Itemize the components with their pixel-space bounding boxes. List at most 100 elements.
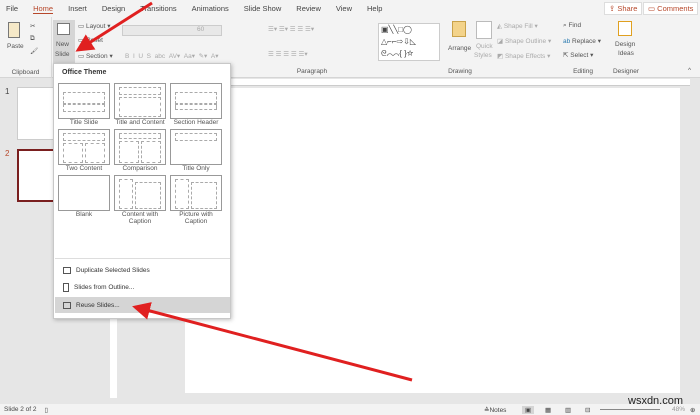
layout-thumbnail xyxy=(114,129,166,165)
duplicate-selected-slides-item[interactable]: Duplicate Selected Slides xyxy=(55,262,230,278)
layout-option[interactable]: Blank xyxy=(58,175,110,225)
slide-canvas[interactable] xyxy=(185,88,680,393)
slide-sorter-button[interactable]: ▦ xyxy=(545,406,551,414)
placeholder-box xyxy=(175,104,217,110)
cut-icon[interactable]: ✂ xyxy=(30,22,35,30)
find-label: Find xyxy=(568,22,582,29)
slides-from-outline-item[interactable]: Slides from Outline... xyxy=(55,279,230,295)
format-painter-icon[interactable]: 🖌 xyxy=(30,47,38,55)
replace-button[interactable]: ab Replace ▾ xyxy=(563,37,601,45)
placeholder-box xyxy=(175,133,217,141)
layout-label: Title and Content xyxy=(115,119,165,126)
placeholder-box xyxy=(175,92,217,104)
duplicate-icon xyxy=(63,266,71,274)
tab-file[interactable]: File xyxy=(6,4,18,13)
normal-view-button[interactable]: ▣ xyxy=(522,405,535,414)
reading-view-button[interactable]: ▥ xyxy=(565,406,571,414)
ribbon-tabs: File Home Insert Design Transitions Anim… xyxy=(0,0,700,17)
select-button[interactable]: ⇱ Select ▾ xyxy=(563,51,593,59)
reuse-slides-item[interactable]: Reuse Slides... xyxy=(55,297,230,313)
zoom-level[interactable]: 48% xyxy=(672,406,685,413)
tab-review[interactable]: Review xyxy=(296,4,321,13)
reset-label: Reset xyxy=(85,37,103,44)
layout-option[interactable]: Content with Caption xyxy=(114,175,166,225)
align-buttons[interactable]: ☰ ☰ ☰ ☰ ☰▾ xyxy=(268,50,308,58)
tab-slide-show[interactable]: Slide Show xyxy=(244,4,282,13)
design-ideas-label-2: Ideas xyxy=(618,50,634,57)
shape-fill-button[interactable]: ◭ Shape Fill ▾ xyxy=(497,22,538,30)
tab-help[interactable]: Help xyxy=(367,4,382,13)
new-slide-dropdown: Office Theme Title Slide Title and Conten… xyxy=(53,63,231,319)
tab-transitions[interactable]: Transitions xyxy=(140,4,176,13)
placeholder-box xyxy=(119,179,133,209)
font-name-select[interactable] xyxy=(122,25,222,36)
drawing-label: Drawing xyxy=(448,68,472,75)
font-format-buttons[interactable]: B I U S abc AV▾ Aa▾ ✎▾ A▾ xyxy=(125,52,219,60)
find-button[interactable]: ⌕ Find xyxy=(563,22,581,30)
design-ideas-icon xyxy=(618,21,632,36)
clipboard-label: Clipboard xyxy=(11,69,40,76)
slide-thumbnails-pane: 1 2 xyxy=(0,79,62,404)
quick-styles-label: Quick xyxy=(476,43,493,50)
layout-option[interactable]: Picture with Caption xyxy=(170,175,222,225)
paragraph-label: Paragraph xyxy=(296,68,328,75)
share-label: Share xyxy=(617,4,638,13)
layout-option[interactable]: Section Header xyxy=(170,83,222,126)
fit-slide-icon[interactable]: ⊕ xyxy=(690,406,695,414)
placeholder-box xyxy=(85,143,105,163)
design-ideas-button[interactable]: Design Ideas xyxy=(612,21,640,61)
quick-styles-label-2: Styles xyxy=(474,52,492,59)
shapes-gallery[interactable]: ▣╲╲□◯ △⌐⌐⇨⇩◺ ᘓ⌒⌒{ }☆ xyxy=(378,23,440,61)
slide-number: 2 xyxy=(5,149,10,158)
slideshow-button[interactable]: ⊟ xyxy=(585,406,590,414)
new-slide-button[interactable]: New Slide xyxy=(53,20,75,64)
placeholder-box xyxy=(119,97,161,117)
tab-design[interactable]: Design xyxy=(102,4,125,13)
layout-option[interactable]: Title and Content xyxy=(114,83,166,126)
shape-effects-button[interactable]: ◩ Shape Effects ▾ xyxy=(497,52,550,60)
comments-button[interactable]: ▭ Comments xyxy=(643,2,699,15)
zoom-slider[interactable] xyxy=(600,409,660,410)
list-buttons[interactable]: ☰▾ ☰▾ ☰ ☰ ☰▾ xyxy=(268,25,314,33)
layout-label: Layout xyxy=(85,23,106,30)
notes-button[interactable]: ≙Notes xyxy=(484,406,506,414)
layout-label: Comparison xyxy=(122,165,158,172)
designer-label: Designer xyxy=(612,68,639,75)
horizontal-ruler xyxy=(180,79,690,86)
layout-thumbnail xyxy=(170,83,222,119)
layout-option[interactable]: Two Content xyxy=(58,129,110,172)
layout-button[interactable]: ▭ Layout ▾ xyxy=(78,22,111,30)
tab-view[interactable]: View xyxy=(336,4,352,13)
tab-home[interactable]: Home xyxy=(33,4,54,14)
placeholder-box xyxy=(63,143,83,163)
layout-thumbnail xyxy=(114,83,166,119)
layout-label: Section Header xyxy=(173,119,219,126)
notes-label: Notes xyxy=(489,406,507,414)
layout-label: Caption xyxy=(128,218,152,225)
paste-icon[interactable] xyxy=(8,22,20,38)
reuse-icon xyxy=(63,301,71,309)
section-button[interactable]: ▭ Section ▾ xyxy=(78,52,113,60)
shape-outline-button[interactable]: ◪ Shape Outline ▾ xyxy=(497,37,551,45)
placeholder-box xyxy=(175,179,189,209)
clipboard-group: Paste ✂ ⧉ 🖌 Clipboard xyxy=(0,17,52,78)
arrange-label: Arrange xyxy=(448,45,472,52)
placeholder-box xyxy=(63,92,105,104)
replace-label: Replace xyxy=(572,38,596,45)
placeholder-box xyxy=(63,133,105,141)
tab-animations[interactable]: Animations xyxy=(192,4,229,13)
layout-option[interactable]: Title Only xyxy=(170,129,222,172)
spellcheck-icon[interactable]: ▯ xyxy=(45,406,49,414)
copy-icon[interactable]: ⧉ xyxy=(30,35,35,43)
share-button[interactable]: ⇪ Share xyxy=(604,2,643,15)
layout-option[interactable]: Comparison xyxy=(114,129,166,172)
layout-thumbnail xyxy=(58,175,110,211)
font-size-select[interactable]: 60 xyxy=(197,26,204,33)
menu-header: Office Theme xyxy=(62,69,107,76)
layout-option[interactable]: Title Slide xyxy=(58,83,110,126)
paste-button[interactable]: Paste xyxy=(7,43,24,50)
reset-button[interactable]: ▭ Reset xyxy=(78,36,103,44)
collapse-ribbon-icon[interactable]: ^ xyxy=(688,67,691,74)
tab-insert[interactable]: Insert xyxy=(68,4,87,13)
menu-item-label: Duplicate Selected Slides xyxy=(76,266,150,274)
